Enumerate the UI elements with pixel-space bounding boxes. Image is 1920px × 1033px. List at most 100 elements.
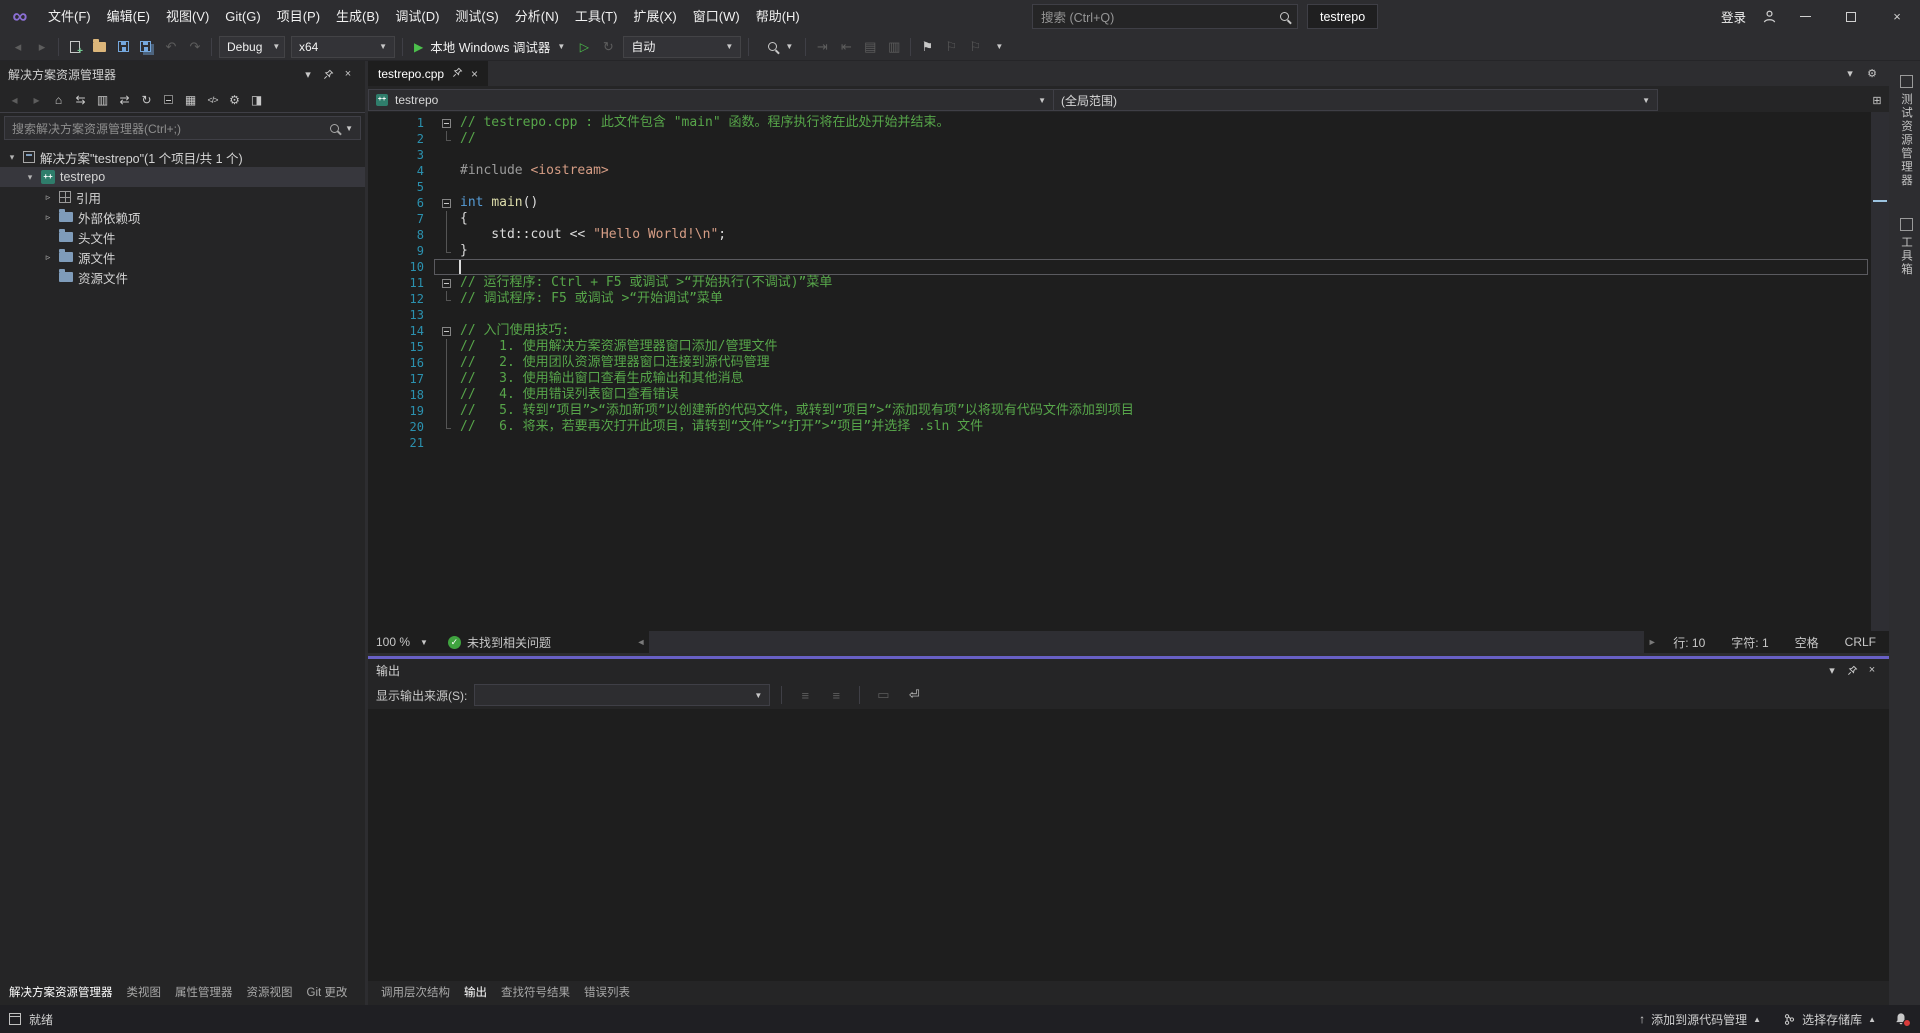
code-line-1[interactable]: 1// testrepo.cpp : 此文件包含 "main" 函数。程序执行将… [368,115,1871,131]
left-panel-tab-1[interactable]: 解决方案资源管理器 [2,981,120,1005]
hot-reload-icon[interactable]: ↻ [596,35,620,59]
select-repository-button[interactable]: 选择存储库 ▲ [1775,1011,1884,1028]
code-line-14[interactable]: 14// 入门使用技巧: [368,323,1871,339]
code-line-10[interactable]: 10 [368,259,1871,275]
symbol-scope-dropdown[interactable]: (全局范围) ▼ [1053,89,1658,111]
solution-platform-dropdown[interactable]: x64 ▼ [291,36,395,58]
editor-options-icon[interactable]: ⚙ [1863,65,1881,83]
sync-with-active-document-icon[interactable]: ⇄ [114,89,135,110]
back-icon[interactable]: ◂ [4,89,25,110]
task-status-icon[interactable] [9,1013,21,1025]
code-line-16[interactable]: 16// 2. 使用团队资源管理器窗口连接到源代码管理 [368,355,1871,371]
indent-icon[interactable]: ⇥ [810,35,834,59]
chevron-expanded-icon[interactable]: ▾ [6,152,18,163]
tree-row-6[interactable]: ▹源文件 [0,247,365,267]
forward-icon[interactable]: ▸ [26,89,47,110]
window-position-chevron-icon[interactable]: ▾ [1823,661,1841,679]
menu-item-2[interactable]: 编辑(E) [99,0,158,33]
chevron-collapsed-icon[interactable]: ▹ [42,252,54,263]
tree-row-3[interactable]: ▹引用 [0,187,365,207]
code-line-2[interactable]: 2// [368,131,1871,147]
next-bookmark-icon[interactable]: ⚐ [963,35,987,59]
profile-icon[interactable] [1756,9,1782,24]
tree-row-4[interactable]: ▹外部依赖项 [0,207,365,227]
show-all-files-icon[interactable]: ▦ [180,89,201,110]
menu-item-13[interactable]: 帮助(H) [748,0,808,33]
close-tab-icon[interactable]: × [471,67,478,81]
menu-item-7[interactable]: 调试(D) [387,0,447,33]
output-panel-tab-2[interactable]: 输出 [457,981,494,1005]
code-line-12[interactable]: 12// 调试程序: F5 或调试 >“开始调试”菜单 [368,291,1871,307]
caret-char-indicator[interactable]: 字符: 1 [1718,634,1781,651]
code-line-6[interactable]: 6int main() [368,195,1871,211]
scroll-right-icon[interactable]: ► [1644,637,1660,647]
start-debugging-button[interactable]: ▶ 本地 Windows 调试器 ▼ [407,37,572,56]
tree-row-5[interactable]: 头文件 [0,227,365,247]
fold-toggle-icon[interactable] [434,323,458,339]
save-icon[interactable] [111,35,135,59]
minimize-button[interactable] [1782,0,1828,33]
code-line-13[interactable]: 13 [368,307,1871,323]
properties-icon[interactable]: ⚙ [224,89,245,110]
code-line-19[interactable]: 19// 5. 转到“项目”>“添加新项”以创建新的代码文件，或转到“项目”>“… [368,403,1871,419]
code-line-8[interactable]: 8 std::cout << "Hello World!\n"; [368,227,1871,243]
attach-auto-dropdown[interactable]: 自动 ▼ [623,36,741,58]
pin-icon[interactable] [319,65,337,83]
pin-icon[interactable] [452,67,463,81]
close-icon[interactable]: × [339,65,357,83]
code-line-18[interactable]: 18// 4. 使用错误列表窗口查看错误 [368,387,1871,403]
editor-vertical-scrollbar[interactable] [1871,112,1889,631]
document-health-indicator[interactable]: ✓ 未找到相关问题 [436,634,563,651]
menu-item-3[interactable]: 视图(V) [158,0,217,33]
spaces-indicator[interactable]: 空格 [1782,634,1832,651]
right-autohide-tab-2[interactable]: 工具箱 [1898,218,1914,277]
preview-selected-items-icon[interactable]: ◨ [246,89,267,110]
solution-configuration-dropdown[interactable]: Debug ▼ [219,36,285,58]
line-ending-indicator[interactable]: CRLF [1832,635,1889,649]
outdent-icon[interactable]: ⇤ [834,35,858,59]
comment-icon[interactable]: ▤ [858,35,882,59]
menu-item-9[interactable]: 分析(N) [507,0,567,33]
solution-explorer-search-box[interactable]: 搜索解决方案资源管理器(Ctrl+;) ▼ [4,116,361,140]
horizontal-splitter[interactable] [368,653,1889,659]
output-content[interactable] [368,709,1889,981]
undo-icon[interactable]: ↶ [159,35,183,59]
home-icon[interactable]: ⌂ [48,89,69,110]
code-line-5[interactable]: 5 [368,179,1871,195]
switch-views-icon[interactable]: ⇆ [70,89,91,110]
chevron-expanded-icon[interactable]: ▾ [24,172,36,183]
view-code-icon[interactable] [202,89,223,110]
code-line-3[interactable]: 3 [368,147,1871,163]
code-line-9[interactable]: 9} [368,243,1871,259]
tree-row-2[interactable]: ▾++testrepo [0,167,365,187]
chevron-collapsed-icon[interactable]: ▹ [42,192,54,203]
output-panel-tab-3[interactable]: 查找符号结果 [494,981,577,1005]
project-scope-dropdown[interactable]: ++ testrepo ▼ [368,89,1054,111]
output-panel-tab-1[interactable]: 调用层次结构 [374,981,457,1005]
scroll-left-icon[interactable]: ◄ [633,637,649,647]
code-line-4[interactable]: 4#include <iostream> [368,163,1871,179]
word-wrap-icon[interactable]: ⏎ [902,683,926,707]
close-icon[interactable]: × [1863,661,1881,679]
active-files-chevron-icon[interactable]: ▾ [1841,65,1859,83]
code-line-21[interactable]: 21 [368,435,1871,451]
code-line-17[interactable]: 17// 3. 使用输出窗口查看生成输出和其他消息 [368,371,1871,387]
uncomment-icon[interactable]: ▥ [882,35,906,59]
close-button[interactable]: × [1874,0,1920,33]
caret-line-indicator[interactable]: 行: 10 [1660,634,1718,651]
refresh-icon[interactable]: ↻ [136,89,157,110]
save-all-icon[interactable] [135,35,159,59]
fold-toggle-icon[interactable] [434,275,458,291]
left-panel-tab-4[interactable]: 资源视图 [240,981,300,1005]
menu-item-5[interactable]: 项目(P) [269,0,328,33]
split-window-icon[interactable]: ⊞ [1871,91,1889,109]
current-repo-chip[interactable]: testrepo [1307,4,1378,29]
add-to-source-control-button[interactable]: ↑ 添加到源代码管理 ▲ [1631,1011,1769,1028]
global-search-box[interactable]: 搜索 (Ctrl+Q) [1032,4,1298,29]
sign-in-link[interactable]: 登录 [1711,7,1756,26]
open-file-icon[interactable] [87,35,111,59]
redo-icon[interactable]: ↷ [183,35,207,59]
right-autohide-tab-1[interactable]: 测试资源管理器 [1898,75,1914,188]
goto-next-message-icon[interactable]: ≡ [824,683,848,707]
zoom-dropdown[interactable]: 100 % ▼ [368,635,436,649]
